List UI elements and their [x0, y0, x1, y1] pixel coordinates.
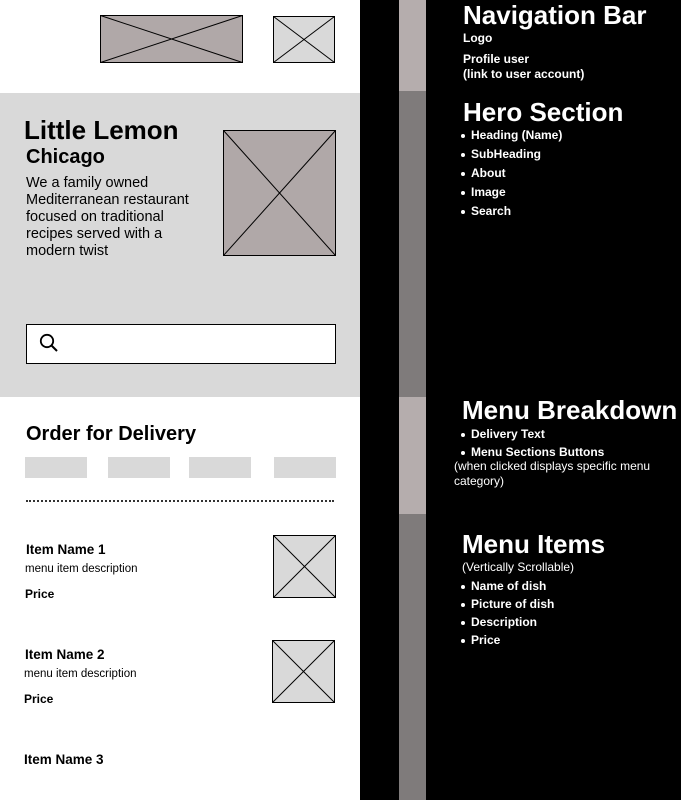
item-price-2: Price — [24, 692, 54, 706]
item-name-1: Item Name 1 — [26, 542, 106, 557]
hero-image-placeholder — [223, 130, 336, 256]
hero-title: Little Lemon — [24, 115, 179, 145]
hero-annotation-item: SubHeading — [461, 145, 562, 164]
hero-section-strip — [399, 91, 426, 397]
item-description-1: menu item description — [25, 563, 138, 575]
search-input[interactable] — [26, 324, 336, 364]
nav-annotation-profile: Profile user — [463, 52, 530, 66]
item-name-2: Item Name 2 — [25, 647, 105, 662]
hero-annotation-item: Search — [461, 202, 562, 221]
menu-items-annotation-item: Description — [461, 613, 554, 631]
hero-annotation-title: Hero Section — [463, 97, 624, 127]
menu-category-button-1[interactable] — [25, 457, 87, 478]
item-description-2: menu item description — [24, 668, 137, 680]
menu-items-section-strip — [399, 514, 426, 800]
search-icon — [39, 333, 58, 352]
breakdown-section-strip — [399, 397, 426, 514]
item-image-2[interactable] — [272, 640, 335, 703]
dotted-divider — [26, 500, 334, 502]
order-heading: Order for Delivery — [26, 423, 197, 445]
hero-about: We a family owned Mediterranean restaura… — [26, 175, 189, 259]
menu-category-button-4[interactable] — [274, 457, 336, 478]
hero-subtitle: Chicago — [26, 146, 105, 168]
menu-category-button-3[interactable] — [189, 457, 251, 478]
item-name-3: Item Name 3 — [24, 752, 104, 767]
hero-annotation-list: Heading (Name) SubHeading About Image Se… — [461, 126, 562, 221]
nav-annotation-logo: Logo — [463, 31, 493, 45]
nav-annotation-title: Navigation Bar — [463, 0, 647, 30]
hero-annotation-item: About — [461, 164, 562, 183]
menu-category-button-2[interactable] — [108, 457, 170, 478]
nav-section-strip — [399, 0, 426, 91]
menu-items-annotation-title: Menu Items — [462, 529, 606, 559]
nav-annotation-profile-note: (link to user account) — [463, 67, 585, 81]
menu-items-annotation-note: (Vertically Scrollable) — [462, 560, 575, 574]
menu-items-annotation-item: Name of dish — [461, 577, 554, 595]
breakdown-annotation-note: (when clicked displays specific menu cat… — [454, 459, 651, 488]
item-price-1: Price — [25, 587, 55, 601]
menu-items-annotation-item: Price — [461, 631, 554, 649]
breakdown-annotation-title: Menu Breakdown — [462, 395, 678, 425]
logo-placeholder — [100, 15, 243, 63]
menu-items-annotation-list: Name of dish Picture of dish Description… — [461, 577, 554, 649]
hero-annotation-item: Image — [461, 183, 562, 202]
menu-items-annotation-item: Picture of dish — [461, 595, 554, 613]
profile-placeholder[interactable] — [273, 16, 335, 63]
hero-annotation-item: Heading (Name) — [461, 126, 562, 145]
breakdown-annotation-item: Delivery Text — [461, 425, 604, 443]
item-image-1[interactable] — [273, 535, 336, 598]
breakdown-annotation-list: Delivery Text Menu Sections Buttons — [461, 425, 604, 461]
